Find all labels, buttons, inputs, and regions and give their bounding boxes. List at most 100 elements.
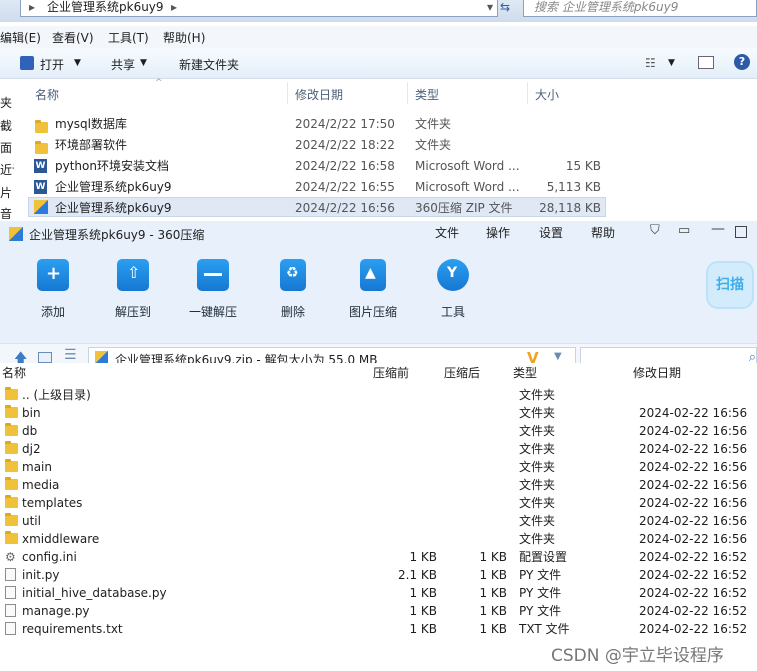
list-item[interactable]: W python环境安装文档 2024/2/22 16:58 Microsoft… — [28, 156, 606, 176]
column-before[interactable]: 压缩前 — [373, 364, 409, 381]
nav-item[interactable]: 音 — [0, 205, 12, 219]
share-button[interactable]: 共享 — [111, 56, 135, 73]
menu-tools[interactable]: 工具(T) — [108, 29, 149, 46]
list-item-selected[interactable]: 企业管理系统pk6uy9 2024/2/22 16:56 360压缩 ZIP 文… — [28, 197, 606, 217]
menu-help[interactable]: 帮助(H) — [163, 29, 205, 46]
scan-button[interactable]: 扫描 — [706, 261, 754, 309]
chevron-right-icon[interactable]: ▸ — [171, 0, 177, 15]
open-button[interactable]: 打开 — [40, 56, 64, 73]
explorer-menu-bar: 编辑(E) 查看(V) 工具(T) 帮助(H) — [0, 26, 757, 48]
sort-up-icon: ^ — [155, 78, 163, 88]
nav-item[interactable]: 近访 — [0, 161, 14, 178]
column-divider[interactable] — [407, 82, 408, 104]
folder-icon — [5, 495, 18, 508]
file-name: requirements.txt — [22, 622, 123, 636]
address-box[interactable]: ▸ 企业管理系统pk6uy9 ▸ ▾ — [20, 0, 498, 17]
table-row[interactable]: xmiddleware 文件夹 2024-02-22 16:56 — [0, 530, 757, 548]
table-row[interactable]: requirements.txt 1 KB 1 KB TXT 文件 2024-02-22… — [0, 620, 757, 638]
file-type: Microsoft Word ... — [415, 159, 520, 173]
file-icon — [5, 586, 16, 599]
menu-view[interactable]: 查看(V) — [52, 29, 94, 46]
table-row[interactable]: manage.py 1 KB 1 KB PY 文件 2024-02-22 16:52 — [0, 602, 757, 620]
file-name: db — [22, 424, 38, 438]
thumbnail-view-icon[interactable] — [38, 352, 52, 363]
table-row[interactable]: ⚙ config.ini 1 KB 1 KB 配置设置 2024-02-22 16:52 — [0, 548, 757, 566]
table-row[interactable]: main 文件夹 2024-02-22 16:56 — [0, 458, 757, 476]
zip-toolbar: + 添加 ⇧ 解压到 一键解压 ♻ 删除 ▲ 图片压缩 Y 工具 扫描 — [0, 247, 757, 343]
folder-icon — [5, 531, 18, 544]
nav-item[interactable]: 截 — [0, 117, 12, 134]
column-after[interactable]: 压缩后 — [444, 364, 480, 381]
file-name: python环境安装文档 — [55, 159, 169, 173]
breadcrumb[interactable]: 企业管理系统pk6uy9 — [47, 0, 164, 15]
file-type: 文件夹 — [519, 406, 556, 420]
tool-label: 一键解压 — [188, 305, 237, 319]
chevron-down-icon[interactable]: ▼ — [74, 58, 81, 68]
menu-help[interactable]: 帮助 — [591, 224, 615, 241]
view-options-icon[interactable]: ☷ — [645, 56, 656, 70]
help-icon[interactable]: ? — [734, 54, 750, 70]
menu-edit[interactable]: 编辑(E) — [0, 29, 41, 46]
chevron-down-icon[interactable]: ▼ — [140, 58, 147, 68]
file-name: 环境部署软件 — [55, 138, 128, 152]
extract-to-button[interactable]: ⇧ 解压到 — [98, 259, 168, 320]
maximize-icon[interactable] — [735, 226, 747, 238]
column-name[interactable]: 名称 — [35, 86, 59, 103]
file-type: 文件夹 — [519, 424, 556, 438]
new-folder-button[interactable]: 新建文件夹 — [179, 56, 239, 73]
explorer-address-bar: ▸ 企业管理系统pk6uy9 ▸ ▾ ⇆ 搜索 企业管理系统pk6uy9 — [0, 0, 757, 22]
add-button[interactable]: + 添加 — [18, 259, 88, 320]
menu-operation[interactable]: 操作 — [486, 224, 510, 241]
search-input[interactable]: 搜索 企业管理系统pk6uy9 — [523, 0, 757, 17]
zip-window: 企业管理系统pk6uy9 - 360压缩 文件 操作 设置 帮助 ⛉ ▭ — +… — [0, 221, 757, 671]
image-compress-button[interactable]: ▲ 图片压缩 — [338, 259, 408, 320]
file-type: 360压缩 ZIP 文件 — [415, 201, 513, 215]
table-row[interactable]: bin 文件夹 2024-02-22 16:56 — [0, 404, 757, 422]
list-item[interactable]: mysql数据库 2024/2/22 17:50 文件夹 — [28, 114, 606, 134]
nav-item[interactable]: 片 — [0, 184, 12, 201]
column-divider[interactable] — [287, 82, 288, 104]
list-item[interactable]: 环境部署软件 2024/2/22 18:22 文件夹 — [28, 135, 606, 155]
nav-item[interactable]: 面 — [0, 139, 12, 156]
menu-settings[interactable]: 设置 — [539, 224, 563, 241]
table-row[interactable]: media 文件夹 2024-02-22 16:56 — [0, 476, 757, 494]
dropdown-icon[interactable]: ▾ — [487, 0, 493, 15]
table-row[interactable]: initial_hive_database.py 1 KB 1 KB PY 文件 202… — [0, 584, 757, 602]
table-row[interactable]: util 文件夹 2024-02-22 16:56 — [0, 512, 757, 530]
minimize-icon[interactable]: — — [711, 221, 725, 237]
file-size: 28,118 KB — [539, 201, 601, 215]
file-date: 2024-02-22 16:56 — [639, 442, 748, 456]
table-row[interactable]: templates 文件夹 2024-02-22 16:56 — [0, 494, 757, 512]
nav-item[interactable]: 夹 — [0, 94, 12, 111]
chevron-down-icon[interactable]: ▼ — [554, 351, 562, 362]
preview-pane-icon[interactable] — [698, 56, 714, 69]
column-date[interactable]: 修改日期 — [295, 86, 343, 103]
column-name[interactable]: 名称 — [2, 364, 26, 381]
column-date[interactable]: 修改日期 — [633, 364, 681, 381]
delete-button[interactable]: ♻ 删除 — [258, 259, 328, 320]
chevron-down-icon[interactable]: ▼ — [668, 58, 675, 68]
list-item[interactable]: W 企业管理系统pk6uy9 2024/2/22 16:55 Microsoft… — [28, 177, 606, 197]
column-divider[interactable] — [527, 82, 528, 104]
size-before: 1 KB — [409, 622, 437, 636]
feedback-icon[interactable]: ▭ — [678, 223, 690, 238]
table-row[interactable]: .. (上级目录) 文件夹 — [0, 386, 757, 404]
file-type: 文件夹 — [519, 514, 556, 528]
tool-label: 工具 — [440, 305, 465, 319]
refresh-icon[interactable]: ⇆ — [500, 0, 510, 15]
tools-button[interactable]: Y 工具 — [418, 259, 488, 320]
list-view-icon[interactable]: ☰ — [64, 347, 77, 363]
column-type[interactable]: 类型 — [513, 364, 537, 381]
file-date: 2024-02-22 16:52 — [639, 568, 748, 582]
column-size[interactable]: 大小 — [535, 86, 559, 103]
table-row[interactable]: init.py 2.1 KB 1 KB PY 文件 2024-02-22 16:52 — [0, 566, 757, 584]
menu-file[interactable]: 文件 — [435, 224, 459, 241]
image-compress-icon: ▲ — [360, 259, 386, 291]
shirt-icon[interactable]: ⛉ — [650, 223, 660, 238]
one-click-extract-button[interactable]: 一键解压 — [178, 259, 248, 320]
file-type: 配置设置 — [519, 550, 568, 564]
column-type[interactable]: 类型 — [415, 86, 439, 103]
table-row[interactable]: db 文件夹 2024-02-22 16:56 — [0, 422, 757, 440]
table-row[interactable]: dj2 文件夹 2024-02-22 16:56 — [0, 440, 757, 458]
file-icon — [5, 568, 16, 581]
